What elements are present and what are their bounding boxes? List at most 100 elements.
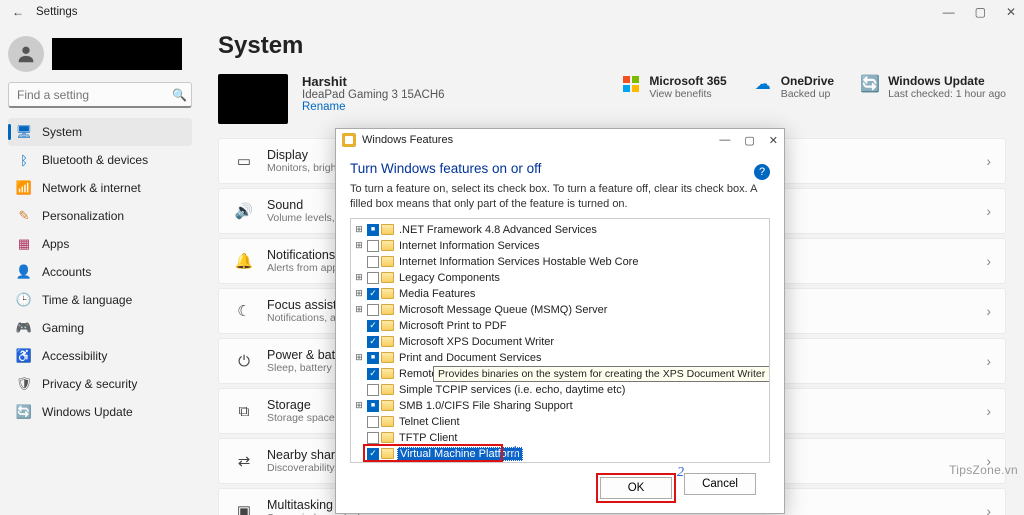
dialog-minimize-button[interactable]: — — [719, 134, 730, 147]
feature-item[interactable]: ⊞SMB 1.0/CIFS File Sharing Support — [353, 398, 767, 414]
dialog-buttons: OK Cancel — [350, 463, 770, 513]
status-m365[interactable]: Microsoft 365View benefits — [621, 74, 726, 100]
status-update[interactable]: 🔄 Windows UpdateLast checked: 1 hour ago — [860, 74, 1006, 100]
feature-checkbox[interactable] — [367, 416, 379, 428]
sidebar-item-windows-update[interactable]: 🔄 Windows Update — [8, 398, 192, 426]
help-icon[interactable]: ? — [754, 164, 770, 180]
onedrive-sub: Backed up — [781, 88, 834, 100]
minimize-button[interactable]: — — [943, 6, 955, 18]
feature-checkbox[interactable] — [367, 400, 379, 412]
feature-item[interactable]: Microsoft XPS Document Writer — [353, 334, 767, 350]
feature-checkbox[interactable] — [367, 272, 379, 284]
sidebar-item-time-language[interactable]: 🕒Time & language — [8, 286, 192, 314]
dialog-maximize-button[interactable]: ▢ — [744, 134, 754, 147]
feature-item[interactable]: ⊞.NET Framework 4.8 Advanced Services — [353, 222, 767, 238]
feature-item[interactable]: Internet Information Services Hostable W… — [353, 254, 767, 270]
rename-link[interactable]: Rename — [302, 101, 445, 113]
feature-checkbox[interactable] — [367, 320, 379, 332]
feature-checkbox[interactable] — [367, 384, 379, 396]
feature-label: Microsoft XPS Document Writer — [397, 336, 556, 348]
nav-icon: 🕒 — [16, 292, 32, 308]
expand-toggle[interactable]: ⊞ — [353, 352, 365, 363]
m365-icon — [621, 74, 641, 94]
feature-item[interactable]: ⊞ Internet Information Services — [353, 238, 767, 254]
sidebar-item-privacy-security[interactable]: 🛡Privacy & security — [8, 370, 192, 398]
annotation-1: 1 — [511, 444, 518, 460]
sidebar-item-personalization[interactable]: ✎Personalization — [8, 202, 192, 230]
folder-icon — [381, 432, 394, 443]
feature-label: Internet Information Services Hostable W… — [397, 256, 640, 268]
feature-label: Internet Information Services — [397, 240, 542, 252]
back-button[interactable]: ← — [8, 5, 28, 19]
feature-checkbox[interactable] — [367, 256, 379, 268]
features-tree[interactable]: ⊞.NET Framework 4.8 Advanced Services⊞In… — [350, 218, 770, 463]
feature-item[interactable]: Virtual Machine Platform — [353, 446, 767, 462]
device-model: IdeaPad Gaming 3 15ACH6 — [302, 89, 445, 101]
feature-tooltip: Provides binaries on the system for crea… — [433, 366, 770, 382]
expand-toggle[interactable]: ⊞ — [353, 272, 365, 283]
feature-checkbox[interactable] — [367, 240, 379, 252]
close-button[interactable]: ✕ — [1006, 6, 1016, 18]
nav-label: Accounts — [42, 265, 91, 279]
dialog-description: To turn a feature on, select its check b… — [350, 182, 770, 212]
nav-label: Windows Update — [42, 405, 133, 419]
folder-icon — [381, 304, 394, 315]
search-input-wrapper[interactable]: 🔍 — [8, 82, 192, 108]
nav-label: Gaming — [42, 321, 84, 335]
feature-checkbox[interactable] — [367, 336, 379, 348]
feature-item[interactable]: Telnet Client — [353, 414, 767, 430]
feature-checkbox[interactable] — [367, 304, 379, 316]
expand-toggle[interactable]: ⊞ — [353, 304, 365, 315]
expand-toggle[interactable]: ⊞ — [353, 288, 365, 299]
chevron-right-icon: › — [986, 503, 991, 515]
feature-item[interactable]: Windows Hypervisor Platform — [353, 462, 767, 463]
status-onedrive[interactable]: ☁ OneDriveBacked up — [753, 74, 834, 100]
feature-checkbox[interactable] — [367, 448, 379, 460]
nav-label: Accessibility — [42, 349, 107, 363]
feature-checkbox[interactable] — [367, 432, 379, 444]
expand-toggle[interactable]: ⊞ — [353, 224, 365, 235]
sidebar-item-apps[interactable]: ▦Apps — [8, 230, 192, 258]
sidebar-item-accounts[interactable]: 👤Accounts — [8, 258, 192, 286]
chevron-right-icon: › — [986, 203, 991, 219]
nav-icon: ✎ — [16, 208, 32, 224]
feature-item[interactable]: TFTP Client — [353, 430, 767, 446]
feature-checkbox[interactable] — [367, 368, 379, 380]
sidebar-item-bluetooth-devices[interactable]: ᛒBluetooth & devices — [8, 146, 192, 174]
sidebar-item-accessibility[interactable]: ♿ Accessibility — [8, 342, 192, 370]
profile-block[interactable] — [8, 36, 192, 72]
feature-item[interactable]: Microsoft Print to PDF — [353, 318, 767, 334]
dialog-icon — [342, 133, 356, 147]
cancel-button[interactable]: Cancel — [684, 473, 756, 495]
nav-label: Privacy & security — [42, 377, 137, 391]
sidebar-item-system[interactable]: 🖥System — [8, 118, 192, 146]
nav-icon: 🔄 — [16, 404, 32, 420]
sidebar-item-network-internet[interactable]: 📶Network & internet — [8, 174, 192, 202]
maximize-button[interactable]: ▢ — [975, 6, 986, 18]
folder-icon — [381, 368, 394, 379]
search-input[interactable] — [17, 88, 172, 102]
feature-item[interactable]: ⊞Media Features — [353, 286, 767, 302]
expand-toggle[interactable]: ⊞ — [353, 400, 365, 411]
feature-checkbox[interactable] — [367, 352, 379, 364]
folder-icon — [381, 240, 394, 251]
annotation-2: 2 — [677, 465, 684, 481]
feature-checkbox[interactable] — [367, 224, 379, 236]
dialog-window-controls: — ▢ ✕ — [719, 134, 778, 147]
sidebar-item-gaming[interactable]: 🎮Gaming — [8, 314, 192, 342]
update-title: Windows Update — [888, 74, 1006, 88]
ok-button[interactable]: OK — [600, 477, 672, 499]
feature-label: Legacy Components — [397, 272, 502, 284]
feature-item[interactable]: ⊞Print and Document Services — [353, 350, 767, 366]
feature-item[interactable]: Simple TCPIP services (i.e. echo, daytim… — [353, 382, 767, 398]
feature-item[interactable]: ⊞ Legacy Components — [353, 270, 767, 286]
feature-checkbox[interactable] — [367, 288, 379, 300]
expand-toggle[interactable]: ⊞ — [353, 240, 365, 251]
windows-features-dialog: Windows Features — ▢ ✕ Turn Windows feat… — [335, 128, 785, 514]
feature-item[interactable]: ⊞Microsoft Message Queue (MSMQ) Server — [353, 302, 767, 318]
onedrive-title: OneDrive — [781, 74, 834, 88]
nav-icon: ♿ — [16, 348, 32, 364]
folder-icon — [381, 336, 394, 347]
search-icon: 🔍 — [172, 88, 187, 102]
dialog-close-button[interactable]: ✕ — [769, 134, 778, 147]
